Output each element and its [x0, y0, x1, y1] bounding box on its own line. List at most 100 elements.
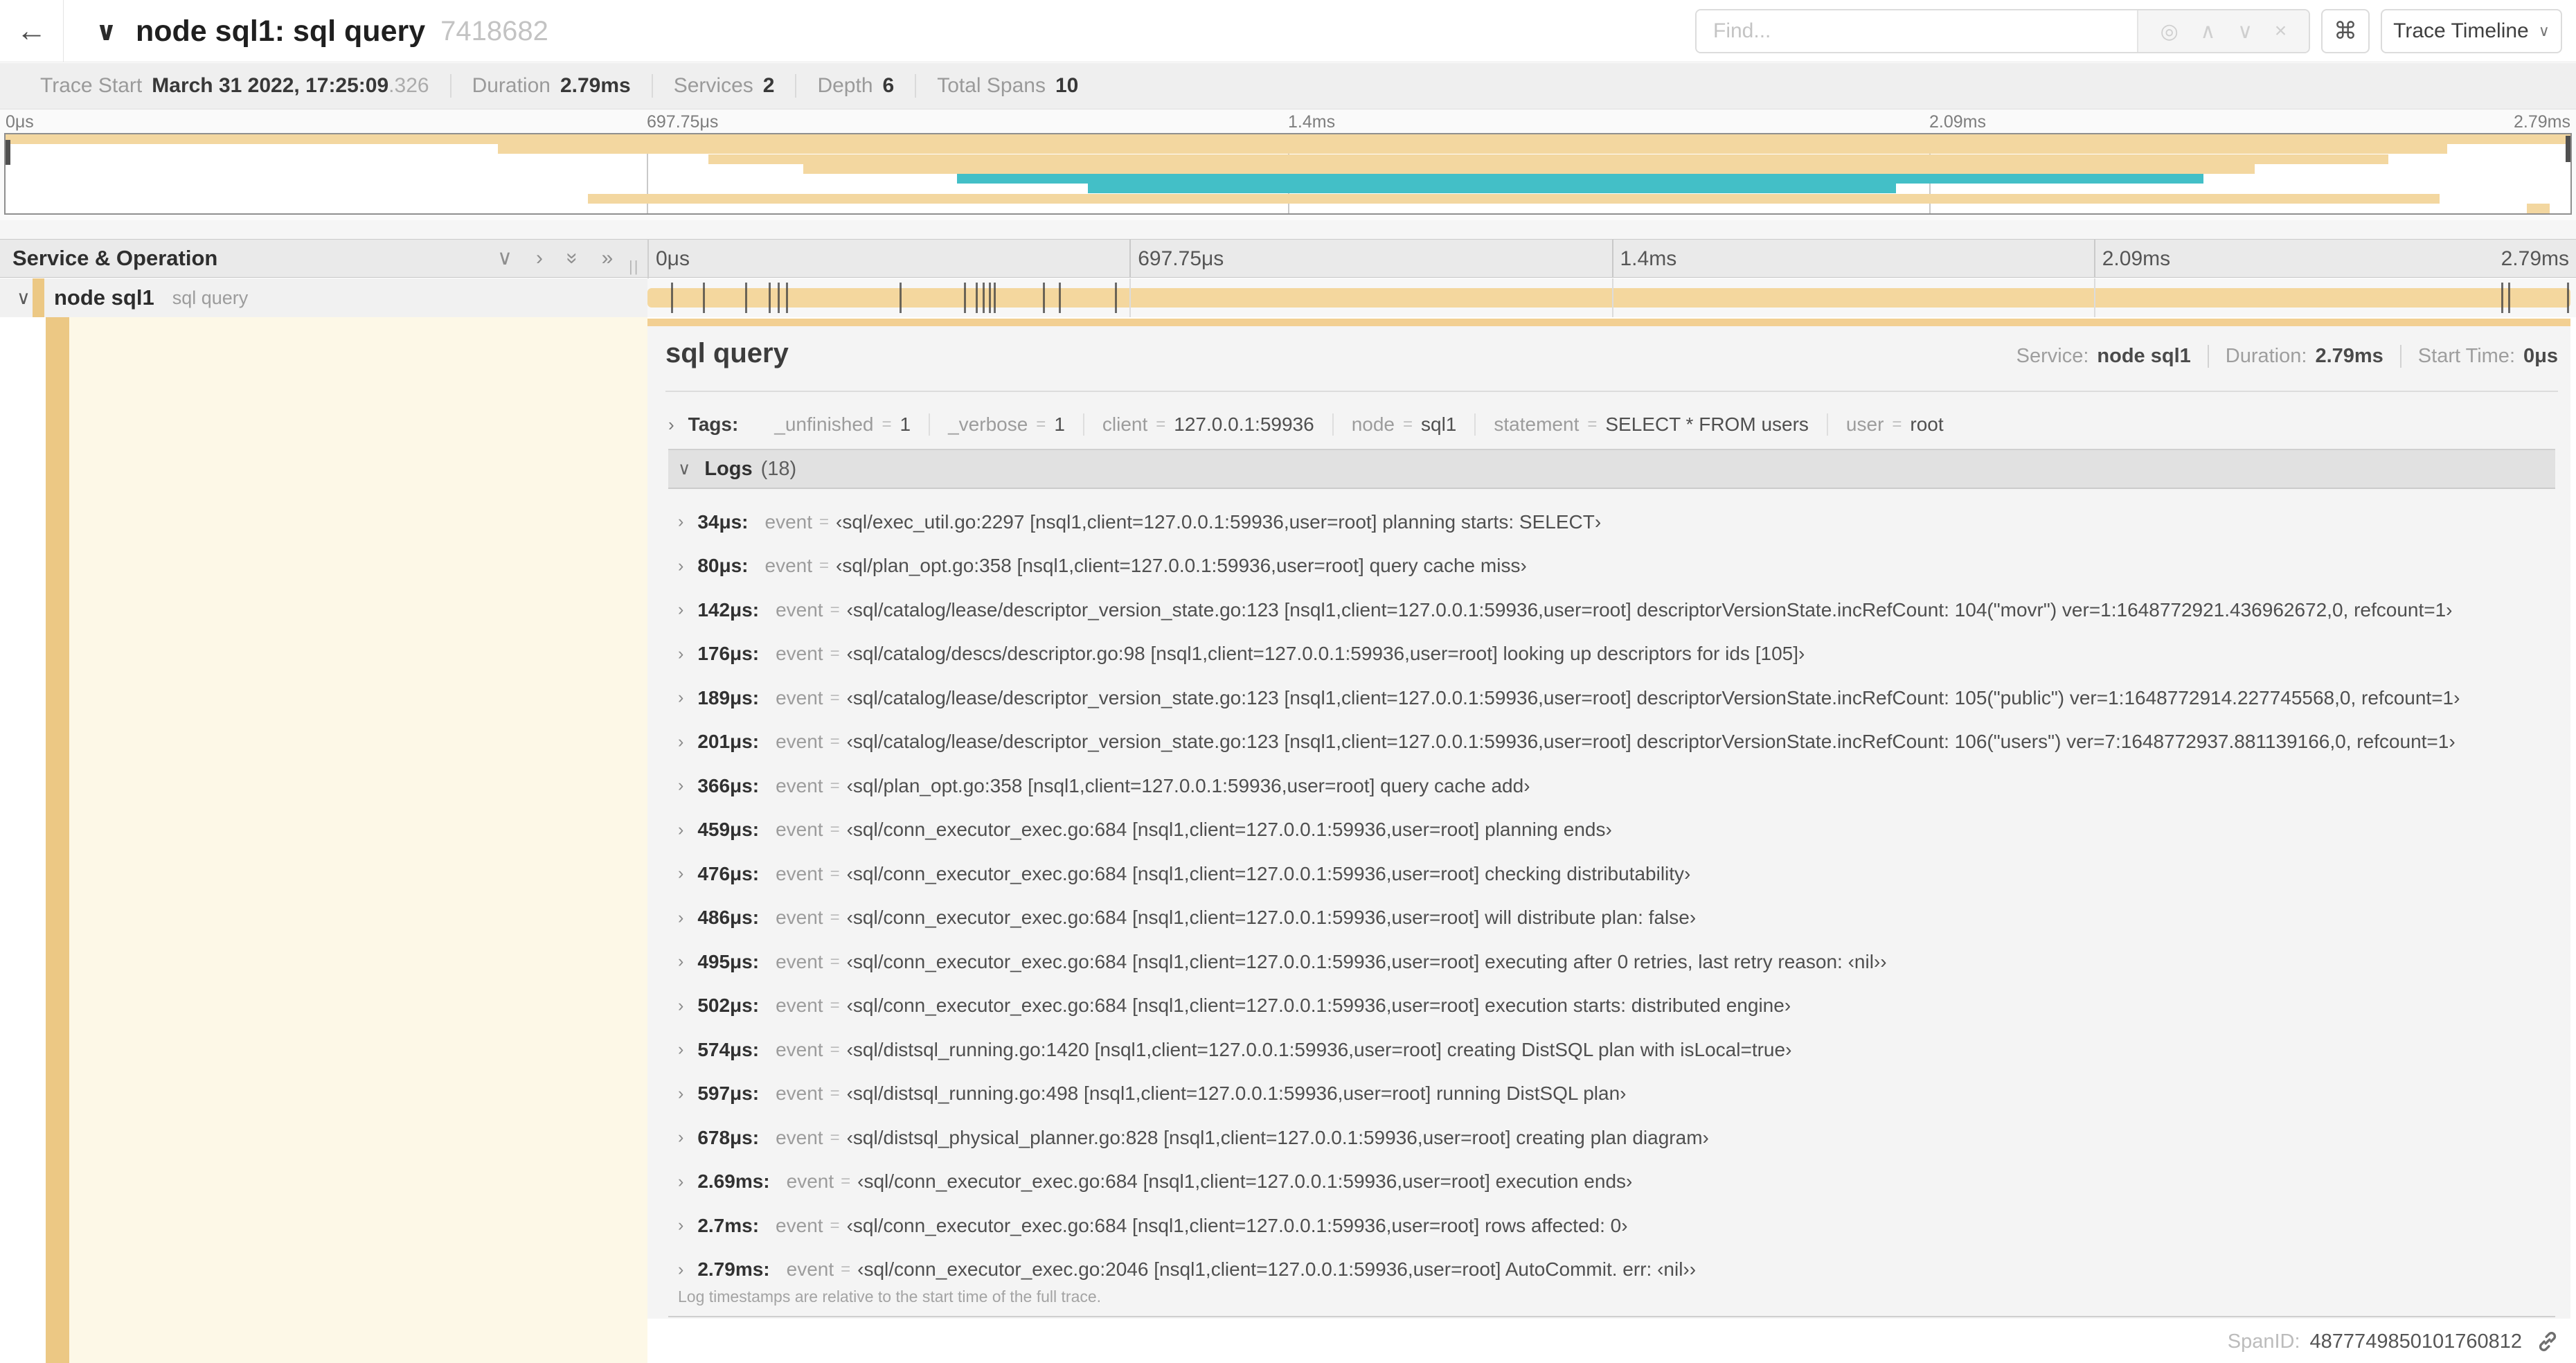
- minimap-axis-labels: 0μs 697.75μs 1.4ms 2.09ms 2.79ms: [0, 112, 2576, 132]
- find-tools: ◎ ∧ ∨ ×: [2137, 10, 2309, 52]
- minimap-span-bar: [498, 144, 2448, 154]
- find-input[interactable]: [1697, 10, 2137, 52]
- service-color-band: [33, 278, 44, 317]
- log-row[interactable]: › 597μs: event = ‹sql/distsql_running.go:498…: [668, 1072, 2555, 1116]
- log-row[interactable]: › 2.69ms: event = ‹sql/conn_executor_exec.go…: [668, 1160, 2555, 1204]
- logs-list: › 34μs: event = ‹sql/exec_util.go:2297 [nsql…: [668, 490, 2555, 1281]
- tags-header-label: Tags:: [688, 413, 739, 435]
- log-row[interactable]: › 2.79ms: event = ‹sql/conn_executor_exec.go…: [668, 1248, 2555, 1292]
- log-tick-mark: [786, 283, 789, 313]
- log-expand-chevron-icon: ›: [678, 819, 684, 839]
- viewport-scrubber-left[interactable]: [6, 140, 10, 165]
- find-box: ◎ ∧ ∨ ×: [1695, 9, 2310, 53]
- log-expand-chevron-icon: ›: [678, 1040, 684, 1060]
- logs-count: (18): [760, 457, 797, 480]
- log-expand-chevron-icon: ›: [678, 907, 684, 927]
- expand-one-icon[interactable]: ›: [536, 248, 543, 269]
- span-row: ∨ node sql1 sql query: [0, 278, 2576, 317]
- log-expand-chevron-icon: ›: [678, 643, 684, 663]
- clear-find-icon[interactable]: ×: [2275, 19, 2287, 43]
- trace-timeline-page: ← ∨ node sql1: sql query 7418682 ◎ ∧ ∨ ×…: [0, 0, 2576, 1363]
- span-service-name: node sql1: [54, 285, 154, 310]
- overview-stat: Start Time: 0μs: [2417, 345, 2558, 367]
- log-row[interactable]: › 486μs: event = ‹sql/conn_executor_exec.go:…: [668, 896, 2555, 941]
- log-expand-chevron-icon: ›: [678, 512, 684, 532]
- collapse-all-icon[interactable]: »: [561, 253, 584, 265]
- timeline-axis-tick: 1.4ms: [1620, 247, 1677, 270]
- log-tick-mark: [988, 283, 991, 313]
- span-detail-region: sql query Service: node sql1 Duration: 2.79…: [0, 317, 2576, 1363]
- log-row[interactable]: › 574μs: event = ‹sql/distsql_running.go:142…: [668, 1028, 2555, 1072]
- trace-collapse-chevron-icon[interactable]: ∨: [96, 0, 117, 62]
- log-expand-chevron-icon: ›: [678, 995, 684, 1015]
- logs-collapse-chevron-icon: ∨: [678, 459, 691, 479]
- log-tick-mark: [745, 283, 748, 313]
- tag-item: user = root: [1845, 413, 1944, 435]
- view-selector-button[interactable]: Trace Timeline ∨: [2381, 9, 2562, 53]
- column-resizer-grip[interactable]: ||: [629, 258, 639, 276]
- locate-icon[interactable]: ◎: [2161, 19, 2179, 44]
- minimap-span-bar: [957, 174, 2204, 184]
- log-tick-mark: [963, 283, 966, 313]
- log-row[interactable]: › 176μs: event = ‹sql/catalog/descs/descript…: [668, 632, 2555, 677]
- overview-stat: Service: node sql1: [2000, 345, 2209, 368]
- span-duration-bar[interactable]: [647, 283, 2570, 313]
- minimap-canvas[interactable]: [4, 133, 2572, 215]
- expand-all-icon[interactable]: »: [602, 248, 614, 269]
- span-indent-color-band: [46, 317, 69, 1363]
- log-row[interactable]: › 502μs: event = ‹sql/conn_executor_exec.go:…: [668, 984, 2555, 1028]
- tags-accordion[interactable]: › Tags: _unfinished = 1 _verbose = 1 client = 12…: [668, 407, 2558, 442]
- logs-header-label: Logs: [704, 457, 753, 480]
- detail-divider: [665, 391, 2558, 392]
- logs-footnote: Log timestamps are relative to the start…: [678, 1288, 1102, 1306]
- span-row-name-cell[interactable]: ∨ node sql1 sql query: [0, 278, 647, 317]
- log-row[interactable]: › 201μs: event = ‹sql/catalog/lease/descript…: [668, 720, 2555, 765]
- span-id-value: 4877749850101760812: [2309, 1330, 2522, 1353]
- log-tick-mark: [778, 283, 780, 313]
- log-row[interactable]: › 189μs: event = ‹sql/catalog/lease/descript…: [668, 676, 2555, 720]
- keyboard-shortcuts-button[interactable]: ⌘: [2321, 9, 2370, 53]
- log-tick-mark: [702, 283, 705, 313]
- log-row[interactable]: › 459μs: event = ‹sql/conn_executor_exec.go:…: [668, 808, 2555, 853]
- log-tick-mark: [2501, 283, 2504, 313]
- collapse-one-icon[interactable]: ∨: [497, 248, 512, 269]
- log-row[interactable]: › 495μs: event = ‹sql/conn_executor_exec.go:…: [668, 940, 2555, 984]
- minimap-span-bar: [2527, 203, 2550, 213]
- span-row-timeline-cell: [647, 278, 2576, 317]
- log-row[interactable]: › 476μs: event = ‹sql/conn_executor_exec.go:…: [668, 852, 2555, 896]
- minimap-axis-tick: 1.4ms: [1288, 112, 1336, 132]
- meta-item: Total Spans 10: [937, 74, 1079, 97]
- logs-header[interactable]: ∨ Logs (18): [668, 449, 2555, 489]
- span-overview-stats: Service: node sql1 Duration: 2.79ms Start Ti…: [2000, 345, 2558, 368]
- span-id-footer: SpanID: 4877749850101760812: [2228, 1326, 2559, 1357]
- service-operation-header: Service & Operation ∨ › » » ||: [0, 240, 647, 277]
- log-row[interactable]: › 142μs: event = ‹sql/catalog/lease/descript…: [668, 588, 2555, 632]
- log-expand-chevron-icon: ›: [678, 864, 684, 884]
- prev-result-icon[interactable]: ∧: [2201, 19, 2216, 44]
- trace-title: node sql1: sql query 7418682: [136, 0, 548, 62]
- log-row[interactable]: › 2.7ms: event = ‹sql/conn_executor_exec.go:…: [668, 1204, 2555, 1248]
- log-tick-mark: [975, 283, 978, 313]
- tag-item: _unfinished = 1: [756, 413, 931, 436]
- next-result-icon[interactable]: ∨: [2237, 19, 2253, 44]
- log-row[interactable]: › 80μs: event = ‹sql/plan_opt.go:358 [nsql1,…: [668, 544, 2555, 589]
- tag-item: statement = SELECT * FROM users: [1476, 413, 1828, 436]
- tags-list: _unfinished = 1 _verbose = 1 client = 127.0.0.1:…: [756, 413, 1961, 436]
- deep-link-icon[interactable]: [2536, 1330, 2559, 1353]
- view-selector-label: Trace Timeline: [2393, 19, 2529, 42]
- tags-expand-chevron-icon: ›: [668, 413, 674, 435]
- command-icon: ⌘: [2334, 18, 2357, 44]
- log-tick-mark: [1059, 283, 1062, 313]
- trace-meta-bar: Trace Start March 31 2022, 17:25:09.326 Du…: [0, 63, 2576, 109]
- span-collapse-chevron-icon[interactable]: ∨: [17, 278, 30, 317]
- log-tick-mark: [2508, 283, 2511, 313]
- row-gridline: [1129, 278, 1132, 317]
- log-row[interactable]: › 34μs: event = ‹sql/exec_util.go:2297 [nsql…: [668, 500, 2555, 544]
- back-button[interactable]: ←: [0, 0, 64, 62]
- log-tick-mark: [982, 283, 985, 313]
- viewport-scrubber-right[interactable]: [2566, 136, 2570, 162]
- log-row[interactable]: › 366μs: event = ‹sql/plan_opt.go:358 [nsql1…: [668, 764, 2555, 808]
- meta-item: Duration 2.79ms: [451, 74, 653, 98]
- log-row[interactable]: › 678μs: event = ‹sql/distsql_physical_plann…: [668, 1116, 2555, 1160]
- overview-stat: Duration: 2.79ms: [2209, 345, 2401, 368]
